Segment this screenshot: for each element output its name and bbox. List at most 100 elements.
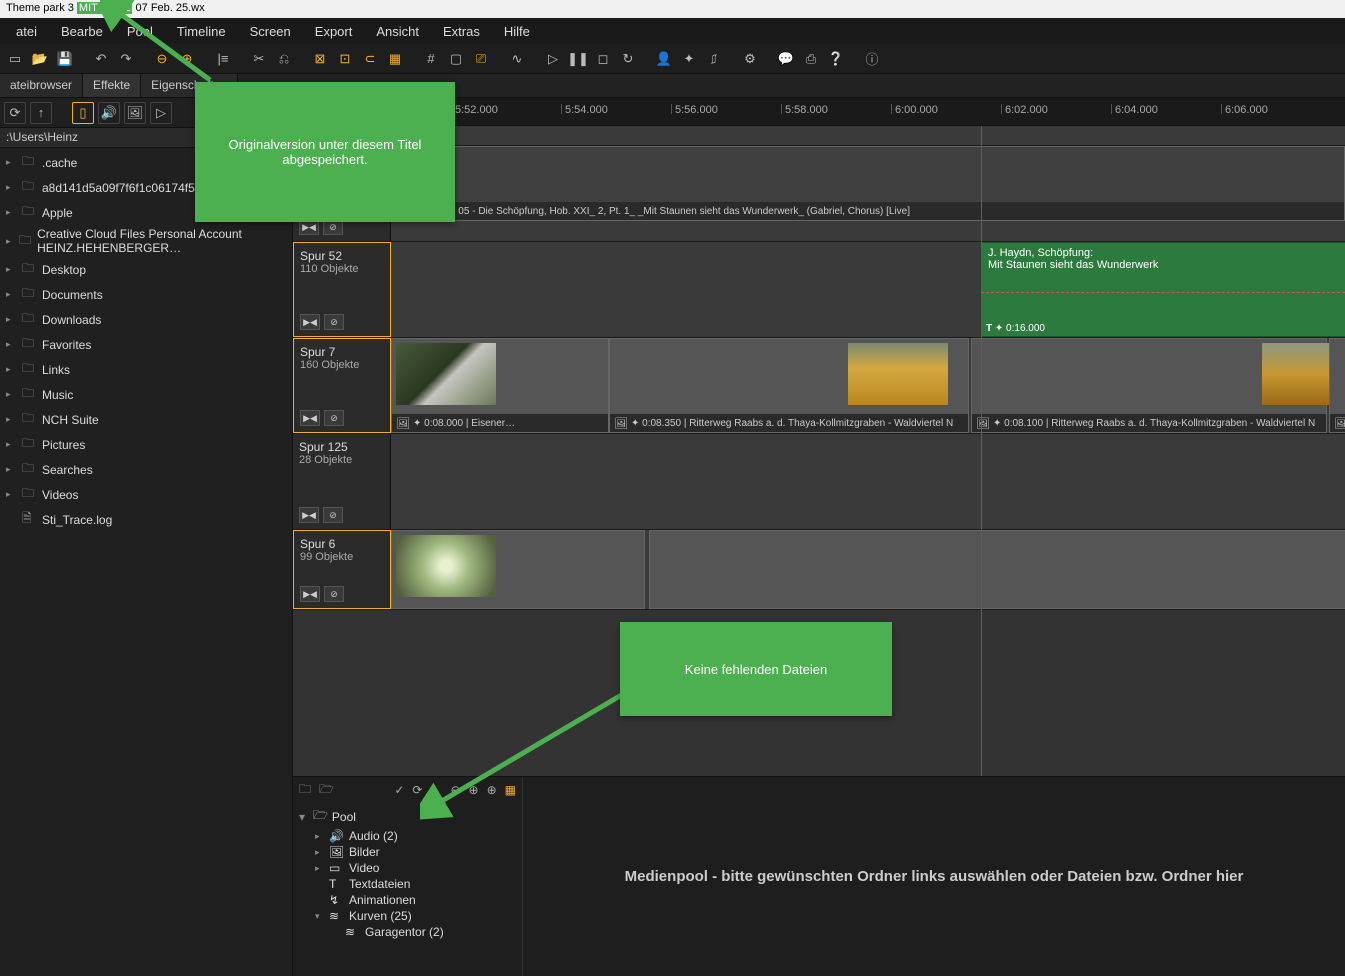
refresh-icon[interactable]: ⟳ bbox=[4, 102, 26, 124]
track-mute-button[interactable]: ⊘ bbox=[323, 507, 343, 523]
fx-icon[interactable]: ✦ bbox=[678, 48, 700, 70]
view-image-icon[interactable]: 🖼 bbox=[124, 102, 146, 124]
video-clip[interactable]: 🖼 ✦ 0:08.350 | Ritterweg Raabs a. d. Tha… bbox=[609, 338, 969, 433]
gear-icon[interactable]: ⚙ bbox=[739, 48, 761, 70]
magnet-icon[interactable]: ⊂ bbox=[359, 48, 381, 70]
menu-ansicht[interactable]: Ansicht bbox=[364, 20, 431, 43]
marker-a-icon[interactable]: ⊠ bbox=[309, 48, 331, 70]
track-header[interactable]: Spur 7160 Objekte▶◀⊘ bbox=[293, 338, 391, 433]
waveform-icon[interactable]: ∿ bbox=[506, 48, 528, 70]
menu-hilfe[interactable]: Hilfe bbox=[492, 20, 542, 43]
pool-item[interactable]: ▾≋Kurven (25) bbox=[293, 908, 522, 924]
pool-item[interactable]: ▸🔊Audio (2) bbox=[293, 828, 522, 844]
track-mute-button[interactable]: ⊘ bbox=[324, 586, 344, 602]
tree-item[interactable]: ▸🗀Links bbox=[0, 357, 292, 382]
tree-item[interactable]: ▸🗀Pictures bbox=[0, 432, 292, 457]
track-header[interactable]: Spur 699 Objekte▶◀⊘ bbox=[293, 530, 391, 609]
person-icon[interactable]: 👤 bbox=[653, 48, 675, 70]
video-clip[interactable]: 🖼 ✦ 0:08.100 | Ritterweg Raabs a. d. Tha… bbox=[971, 338, 1327, 433]
title-clip[interactable]: J. Haydn, Schöpfung:Mit Staunen sieht da… bbox=[981, 242, 1345, 337]
tree-item[interactable]: ▸🗀Videos bbox=[0, 482, 292, 507]
annotation-callout: Originalversion unter diesem Titel abges… bbox=[195, 82, 455, 222]
tree-item[interactable]: ▸🗀Creative Cloud Files Personal Account … bbox=[0, 225, 292, 257]
split-icon[interactable]: ⎌ bbox=[273, 48, 295, 70]
pool-tree-nodes[interactable]: ▾ 🗁 Pool ▸🔊Audio (2)▸🖼Bilder▸▭VideoTText… bbox=[293, 803, 522, 976]
ruler-tick: 5:58.000 bbox=[781, 104, 828, 114]
save-icon[interactable]: 💾 bbox=[54, 48, 76, 70]
pool-item[interactable]: TTextdateien bbox=[293, 876, 522, 892]
track-body[interactable] bbox=[391, 530, 1345, 609]
pool-item[interactable]: ≋Garagentor (2) bbox=[293, 924, 522, 940]
cut-icon[interactable]: ✂ bbox=[248, 48, 270, 70]
ruler-tick: 5:54.000 bbox=[561, 104, 608, 114]
track-body[interactable] bbox=[391, 434, 1345, 529]
pool-item[interactable]: ▸🖼Bilder bbox=[293, 844, 522, 860]
monitor-icon[interactable]: ⎚ bbox=[470, 48, 492, 70]
menu-screen[interactable]: Screen bbox=[238, 20, 303, 43]
new-file-icon[interactable]: ▭ bbox=[4, 48, 26, 70]
open-folder-icon[interactable]: 🗁 bbox=[319, 780, 334, 801]
track-body[interactable]: J. Haydn, Schöpfung:Mit Staunen sieht da… bbox=[391, 242, 1345, 337]
play-icon[interactable]: ▷ bbox=[542, 48, 564, 70]
tree-item[interactable]: ▸🗀NCH Suite bbox=[0, 407, 292, 432]
chat-icon[interactable]: 💬 bbox=[775, 48, 797, 70]
track-mute-button[interactable]: ⊘ bbox=[324, 410, 344, 426]
view-video-icon[interactable]: ▷ bbox=[150, 102, 172, 124]
tree-item[interactable]: ▸🗀Searches bbox=[0, 457, 292, 482]
track-solo-button[interactable]: ▶◀ bbox=[300, 586, 320, 602]
view-audio-icon[interactable]: 🔊 bbox=[98, 102, 120, 124]
timeline-panel: ⏮ ⊘ 5:52.0005:54.0005:56.0005:58.0006:00… bbox=[293, 98, 1345, 976]
folder-tree[interactable]: ▸🗀.cache▸🗀a8d141d5a09f7f6f1c06174f5▸🗀App… bbox=[0, 148, 292, 976]
folder-icon[interactable]: 🗀 bbox=[299, 780, 311, 801]
marker-b-icon[interactable]: ⊡ bbox=[334, 48, 356, 70]
stop-icon[interactable]: ◻ bbox=[592, 48, 614, 70]
video-clip[interactable]: 🖼 ✦ 0:09.7 bbox=[1329, 338, 1345, 433]
pool-content-message: Medienpool - bitte gewünschten Ordner li… bbox=[523, 777, 1345, 976]
tree-item[interactable]: ▸🗀Favorites bbox=[0, 332, 292, 357]
check-icon[interactable]: ✓ bbox=[394, 783, 404, 797]
ruler-tick: 6:06.000 bbox=[1221, 104, 1268, 114]
track-solo-button[interactable]: ▶◀ bbox=[300, 410, 320, 426]
folder-open-icon: 🗁 bbox=[313, 806, 328, 827]
hash-icon[interactable]: # bbox=[420, 48, 442, 70]
track-mute-button[interactable]: ⊘ bbox=[324, 314, 344, 330]
playhead[interactable] bbox=[981, 126, 982, 776]
tab-ateibrowser[interactable]: ateibrowser bbox=[0, 74, 83, 97]
ruler-tick: 6:02.000 bbox=[1001, 104, 1048, 114]
track-header[interactable]: Spur 12528 Objekte▶◀⊘ bbox=[293, 434, 391, 529]
video-clip[interactable] bbox=[391, 530, 645, 609]
track-header[interactable]: Spur 52110 Objekte▶◀⊘ bbox=[293, 242, 391, 337]
help-icon[interactable]: ❔ bbox=[825, 48, 847, 70]
pool-item[interactable]: ▸▭Video bbox=[293, 860, 522, 876]
ruler-tick: 6:04.000 bbox=[1111, 104, 1158, 114]
tree-item[interactable]: ▸🗀Downloads bbox=[0, 307, 292, 332]
view-list-icon[interactable]: ▯ bbox=[72, 102, 94, 124]
loop-icon[interactable]: ↻ bbox=[617, 48, 639, 70]
screen-icon[interactable]: ▢ bbox=[445, 48, 467, 70]
pool-root-label: Pool bbox=[332, 810, 356, 824]
info-icon[interactable]: ⓘ bbox=[861, 48, 883, 70]
up-arrow-icon[interactable]: ↑ bbox=[30, 102, 52, 124]
menu-extras[interactable]: Extras bbox=[431, 20, 492, 43]
track-body[interactable]: 🔊 2:04.739 | 05 - Die Schöpfung, Hob. XX… bbox=[391, 146, 1345, 241]
track-solo-button[interactable]: ▶◀ bbox=[300, 314, 320, 330]
tree-item[interactable]: ▸🗀Documents bbox=[0, 282, 292, 307]
tree-item[interactable]: ▸🗀Desktop bbox=[0, 257, 292, 282]
video-clip[interactable]: 🖼 ✦ 0:08.000 | Eisener… bbox=[391, 338, 609, 433]
track-row: Spur 52110 Objekte▶◀⊘ J. Haydn, Schöpfung… bbox=[293, 242, 1345, 338]
mixer-icon[interactable]: ⎎ bbox=[703, 48, 725, 70]
video-clip[interactable] bbox=[649, 530, 1345, 609]
forum-icon[interactable]: ⎙ bbox=[800, 48, 822, 70]
menu-atei[interactable]: atei bbox=[4, 20, 49, 43]
annotation-arrow-icon bbox=[420, 680, 640, 820]
track-body[interactable]: 🖼 ✦ 0:08.000 | Eisener…🖼 ✦ 0:08.350 | Ri… bbox=[391, 338, 1345, 433]
tree-item[interactable]: 🗎Sti_Trace.log bbox=[0, 507, 292, 532]
grid-icon[interactable]: ▦ bbox=[384, 48, 406, 70]
menu-export[interactable]: Export bbox=[303, 20, 365, 43]
pause-icon[interactable]: ❚❚ bbox=[567, 48, 589, 70]
tree-item[interactable]: ▸🗀Music bbox=[0, 382, 292, 407]
track-row: Spur 7160 Objekte▶◀⊘🖼 ✦ 0:08.000 | Eisen… bbox=[293, 338, 1345, 434]
pool-item[interactable]: ↯Animationen bbox=[293, 892, 522, 908]
track-solo-button[interactable]: ▶◀ bbox=[299, 507, 319, 523]
open-file-icon[interactable]: 📂 bbox=[29, 48, 51, 70]
